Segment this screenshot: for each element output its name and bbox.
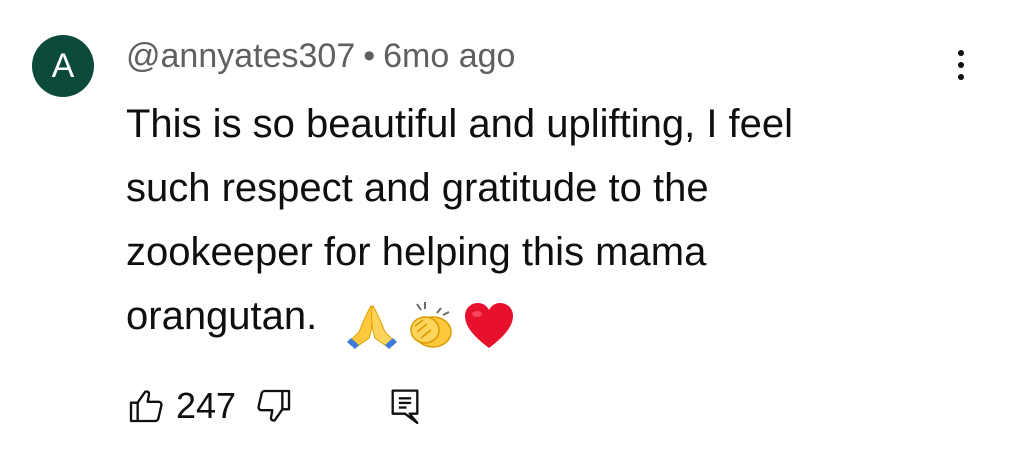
more-dot <box>958 74 964 80</box>
reply-button[interactable] <box>386 386 424 426</box>
reply-comment-icon <box>391 389 419 425</box>
comment-line: such respect and gratitude to the <box>126 166 709 210</box>
like-count: 247 <box>176 385 237 426</box>
comment-line-last: orangutan. <box>126 284 956 356</box>
red-heart-icon <box>465 303 514 349</box>
comment-text: This is so beautiful and uplifting, I fe… <box>126 92 956 356</box>
comment-line: orangutan. <box>126 294 318 338</box>
more-options-icon[interactable] <box>946 45 976 85</box>
comment-line: zookeeper for helping this mama <box>126 230 707 274</box>
timestamp[interactable]: 6mo ago <box>383 37 515 75</box>
thumbs-up-icon <box>129 390 163 423</box>
more-dot <box>958 50 964 56</box>
meta-separator: • <box>363 37 376 75</box>
avatar[interactable]: A <box>32 35 94 97</box>
emoji-group <box>345 292 519 356</box>
avatar-letter: A <box>51 47 75 85</box>
comment-line: This is so beautiful and uplifting, I fe… <box>126 102 794 146</box>
dislike-button[interactable] <box>254 386 294 426</box>
comment-meta: @annyates307 • 6mo ago <box>126 36 515 76</box>
more-dot <box>958 62 964 68</box>
thumbs-down-icon <box>257 389 291 422</box>
like-button[interactable]: 247 <box>126 385 254 427</box>
author-handle[interactable]: @annyates307 <box>126 37 355 75</box>
comment: A @annyates307 • 6mo ago This is so beauti… <box>0 0 1024 460</box>
clapping-hands-icon <box>410 302 453 349</box>
folded-hands-icon <box>347 305 398 350</box>
comment-actions: 247 <box>126 384 424 428</box>
